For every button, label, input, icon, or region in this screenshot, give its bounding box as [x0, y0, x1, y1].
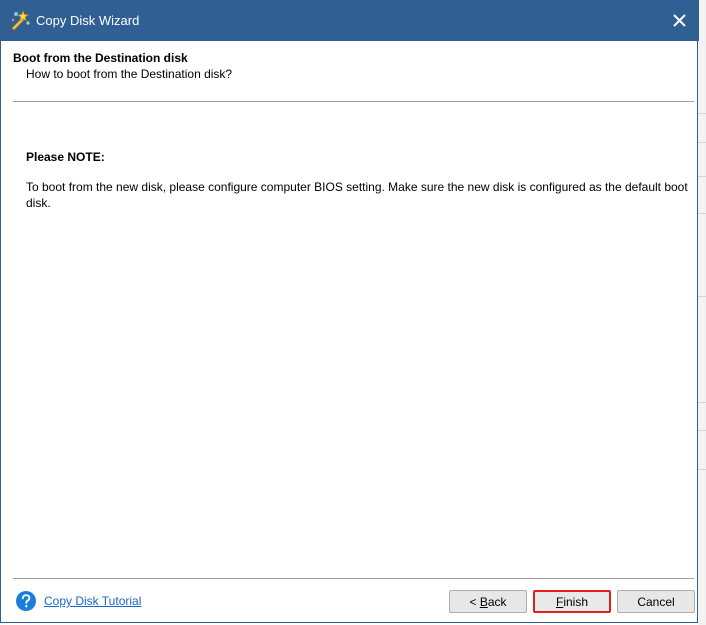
back-button[interactable]: < Back	[449, 590, 527, 613]
note-body: To boot from the new disk, please config…	[26, 180, 688, 210]
copy-disk-wizard-dialog: Copy Disk Wizard Boot from the Destinati…	[0, 0, 699, 623]
cancel-label: Cancel	[637, 594, 675, 609]
back-label-rest: ack	[487, 594, 507, 609]
finish-button[interactable]: Finish	[533, 590, 611, 613]
title-bar: Copy Disk Wizard	[1, 0, 699, 41]
footer-divider	[13, 578, 694, 579]
finish-access-key: F	[555, 594, 564, 609]
note-title: Please NOTE:	[26, 150, 105, 164]
background-window-edge	[698, 0, 706, 625]
step-subtitle: How to boot from the Destination disk?	[26, 67, 233, 81]
close-button[interactable]	[659, 0, 699, 41]
step-title: Boot from the Destination disk	[13, 51, 188, 65]
question-circle-icon	[16, 591, 36, 611]
close-icon	[672, 14, 686, 27]
header-divider	[13, 101, 694, 102]
window-title: Copy Disk Wizard	[36, 13, 140, 28]
cancel-button[interactable]: Cancel	[617, 590, 695, 613]
finish-label-rest: inish	[563, 594, 589, 609]
wizard-wand-icon	[11, 10, 30, 31]
back-prefix: <	[469, 594, 480, 609]
back-access-key: B	[479, 594, 488, 609]
copy-disk-tutorial-link[interactable]: Copy Disk Tutorial	[44, 594, 141, 608]
